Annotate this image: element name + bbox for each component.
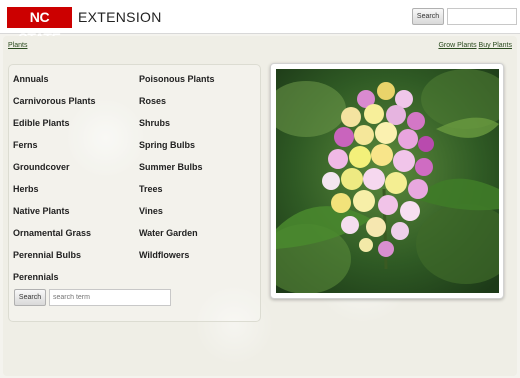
category-link[interactable]: Wildflowers	[139, 244, 215, 266]
category-link[interactable]: Annuals	[13, 68, 96, 90]
category-link[interactable]: Perennial Bulbs	[13, 244, 96, 266]
category-link[interactable]: Ferns	[13, 134, 96, 156]
category-link[interactable]: Roses	[139, 90, 215, 112]
category-link[interactable]: Native Plants	[13, 200, 96, 222]
plant-category-list: Annuals Carnivorous Plants Edible Plants…	[8, 64, 261, 322]
category-column-1: Annuals Carnivorous Plants Edible Plants…	[13, 68, 96, 288]
category-link[interactable]: Herbs	[13, 178, 96, 200]
nc-state-logo[interactable]: NC STATE	[7, 7, 72, 46]
category-link[interactable]: Trees	[139, 178, 215, 200]
site-header: NC STATE EXTENSION Search	[0, 0, 520, 46]
grow-plants-link[interactable]: Grow Plants	[438, 42, 476, 49]
main-content: Plants Grow Plants Buy Plants Annuals Ca…	[3, 36, 517, 376]
category-link[interactable]: Poisonous Plants	[139, 68, 215, 90]
category-link[interactable]: Summer Bulbs	[139, 156, 215, 178]
category-link[interactable]: Vines	[139, 200, 215, 222]
category-column-2: Poisonous Plants Roses Shrubs Spring Bul…	[139, 68, 215, 266]
lantana-flower-image	[276, 69, 499, 293]
category-link[interactable]: Edible Plants	[13, 112, 96, 134]
category-link[interactable]: Shrubs	[139, 112, 215, 134]
plant-search-button[interactable]: Search	[14, 289, 46, 306]
header-search-input[interactable]	[447, 8, 517, 25]
category-link[interactable]: Water Garden	[139, 222, 215, 244]
category-link[interactable]: Groundcover	[13, 156, 96, 178]
header-search-button[interactable]: Search	[412, 8, 444, 25]
buy-plants-link[interactable]: Buy Plants	[479, 42, 512, 49]
category-link[interactable]: Spring Bulbs	[139, 134, 215, 156]
category-link[interactable]: Perennials	[13, 266, 96, 288]
featured-plant-photo-frame	[270, 63, 504, 299]
top-links: Grow Plants Buy Plants	[438, 42, 512, 49]
lantana-flower-photo[interactable]	[276, 69, 499, 293]
category-link[interactable]: Carnivorous Plants	[13, 90, 96, 112]
extension-logo-text[interactable]: EXTENSION	[78, 7, 162, 28]
plant-search-input[interactable]	[49, 289, 171, 306]
breadcrumb-plants[interactable]: Plants	[8, 42, 27, 49]
category-link[interactable]: Ornamental Grass	[13, 222, 96, 244]
